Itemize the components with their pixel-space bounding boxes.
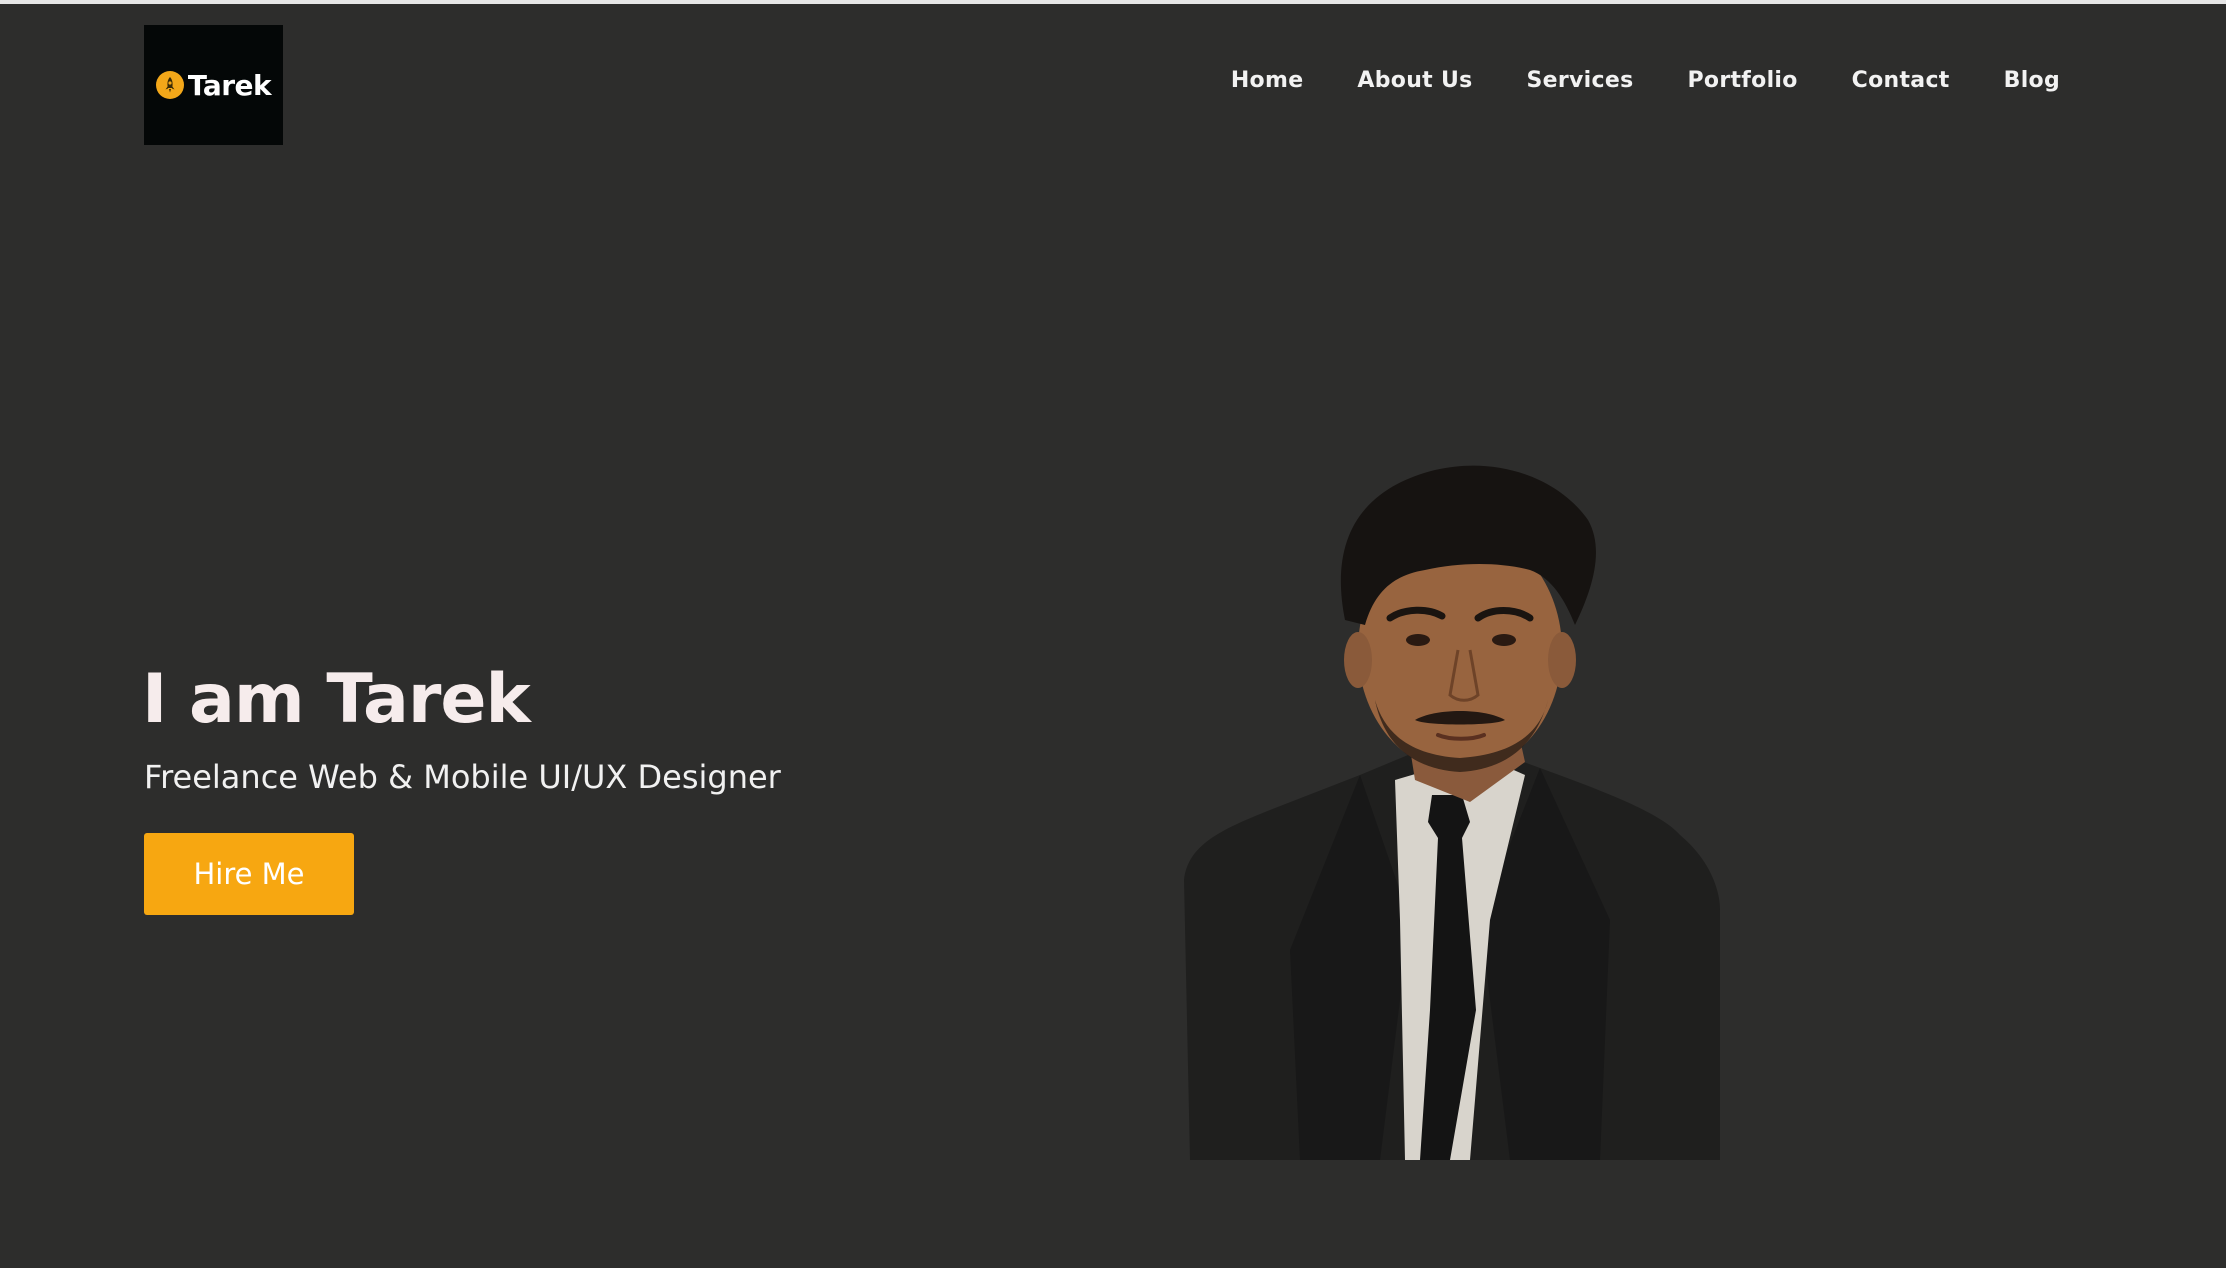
hero-title: I am Tarek: [142, 660, 531, 739]
nav-home[interactable]: Home: [1231, 68, 1304, 93]
hero-subtitle: Freelance Web & Mobile UI/UX Designer: [144, 758, 781, 796]
rocket-icon: [155, 71, 184, 99]
nav-portfolio[interactable]: Portfolio: [1687, 68, 1797, 93]
hire-me-button[interactable]: Hire Me: [144, 833, 354, 915]
nav-contact[interactable]: Contact: [1852, 68, 1950, 93]
nav-about-us[interactable]: About Us: [1357, 68, 1472, 93]
logo-text: Tarek: [187, 68, 272, 102]
nav-blog[interactable]: Blog: [2004, 68, 2060, 93]
site-logo[interactable]: Tarek: [144, 25, 283, 145]
site-header: Tarek Home About Us Services Portfolio C…: [0, 4, 2226, 154]
profile-photo: [1184, 465, 1720, 1160]
nav-services[interactable]: Services: [1527, 68, 1634, 93]
main-nav: Home About Us Services Portfolio Contact…: [1177, 68, 2060, 93]
